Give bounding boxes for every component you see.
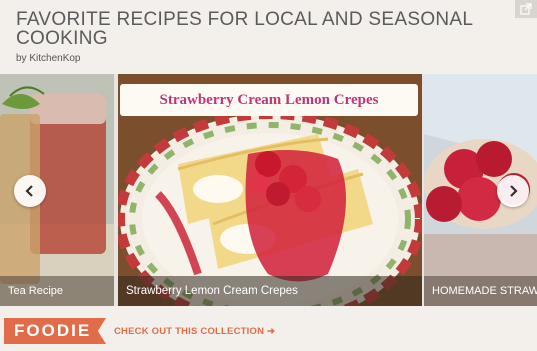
slide-caption: Tea Recipe — [0, 276, 114, 306]
slide-caption: Strawberry Lemon Cream Crepes — [118, 276, 422, 306]
recipe-carousel: Tea Recipe Strawberry Cream Lemon Crepes… — [0, 74, 537, 306]
check-out-collection-link[interactable]: CHECK OUT THIS COLLECTION ➜ — [114, 326, 275, 337]
collection-footer: FOODIE CHECK OUT THIS COLLECTION ➜ — [0, 306, 537, 351]
slide-caption: HOMEMADE STRAW — [424, 276, 537, 306]
recipe-collection-widget: FAVORITE RECIPES FOR LOCAL AND SEASONAL … — [0, 0, 537, 351]
recipe-banner: Strawberry Cream Lemon Crepes — [120, 84, 418, 116]
carousel-prev-button[interactable] — [14, 175, 46, 207]
chevron-left-icon — [25, 185, 33, 197]
author-byline[interactable]: by KitchenKop — [16, 53, 81, 64]
arrow-right-icon: ➜ — [266, 326, 276, 337]
chevron-right-icon — [510, 185, 518, 197]
share-button[interactable] — [515, 0, 537, 18]
share-icon — [520, 3, 532, 15]
cta-label: CHECK OUT THIS COLLECTION — [114, 326, 265, 337]
foodie-logo[interactable]: FOODIE — [4, 318, 106, 344]
carousel-next-button[interactable] — [497, 175, 529, 207]
slide-strawberry-crepes[interactable]: Strawberry Cream Lemon Crepes Strawberry… — [118, 74, 422, 306]
collection-title[interactable]: FAVORITE RECIPES FOR LOCAL AND SEASONAL … — [16, 10, 486, 48]
